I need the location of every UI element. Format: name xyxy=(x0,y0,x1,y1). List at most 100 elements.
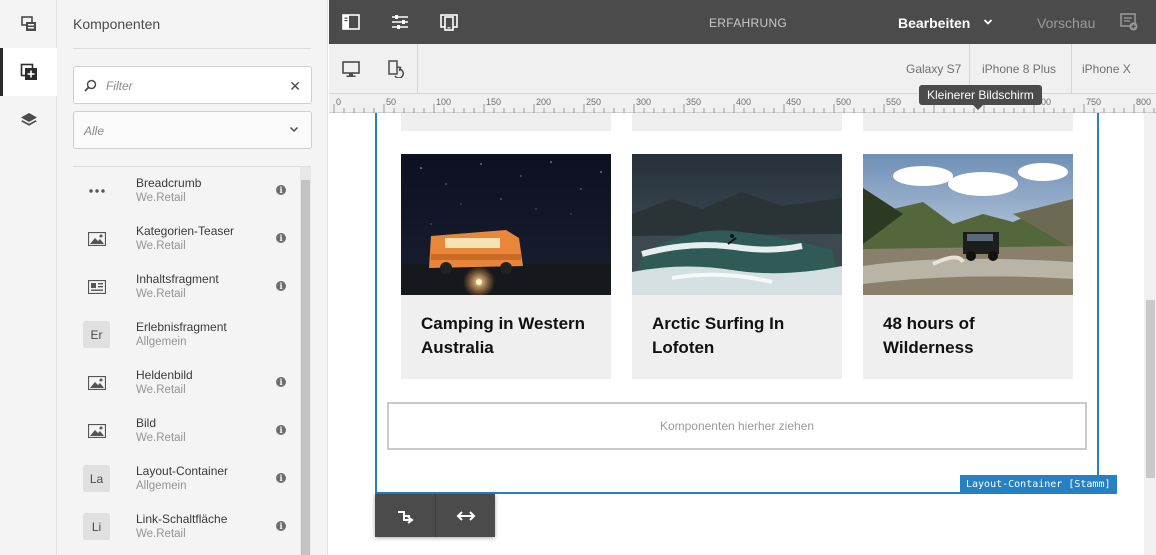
drop-zone[interactable]: Komponenten hierher ziehen xyxy=(387,402,1087,450)
canvas-scroll-thumb[interactable] xyxy=(1146,300,1155,478)
page-tree-button[interactable] xyxy=(0,0,57,48)
component-list: Breadcrumb We.Retail i Kategorien-Teaser… xyxy=(73,167,311,555)
list-item[interactable]: La Layout-Container Allgemein i xyxy=(73,455,299,503)
component-name: Erlebnisfragment xyxy=(136,320,227,334)
info-icon[interactable]: i xyxy=(276,521,286,531)
parent-select-button[interactable] xyxy=(375,494,435,537)
divider xyxy=(417,44,418,94)
component-name: Bild xyxy=(136,416,157,430)
component-name: Breadcrumb xyxy=(136,176,202,190)
article-card[interactable]: Camping in Western Australia xyxy=(401,154,611,379)
side-rail xyxy=(0,0,57,555)
select-parent-icon xyxy=(398,510,414,524)
info-icon[interactable]: i xyxy=(276,377,286,387)
card-title[interactable]: 48 hours of Wilderness xyxy=(883,312,1063,360)
info-icon[interactable]: i xyxy=(276,233,286,243)
offroad-river-photo xyxy=(863,154,1073,295)
info-icon[interactable]: i xyxy=(276,281,286,291)
image-icon xyxy=(83,417,110,444)
group-select-value: Alle xyxy=(84,124,105,138)
ruler-label: 200 xyxy=(536,97,551,107)
ruler-label: 750 xyxy=(1086,97,1101,107)
chevron-down-icon xyxy=(289,126,299,133)
components-panel: Komponenten Filter ✕ Alle Breadcrumb We.… xyxy=(57,0,328,555)
list-item[interactable]: Bild We.Retail i xyxy=(73,407,299,455)
list-item[interactable]: Inhaltsfragment We.Retail i xyxy=(73,263,299,311)
chevron-down-icon[interactable] xyxy=(983,17,993,27)
ruler-label: 450 xyxy=(786,97,801,107)
component-name: Kategorien-Teaser xyxy=(136,224,235,238)
content-fragment-icon xyxy=(83,273,110,300)
component-name: Link-Schaltfläche xyxy=(136,512,228,526)
card-title[interactable]: Arctic Surfing In Lofoten xyxy=(652,312,832,360)
panel-scroll-thumb[interactable] xyxy=(301,180,310,555)
component-abbr: La xyxy=(83,465,110,492)
list-item[interactable]: Li Link-Schaltfläche We.Retail i xyxy=(73,503,299,551)
filter-placeholder: Filter xyxy=(106,79,133,93)
component-toolbar xyxy=(375,494,495,537)
component-group: Allgemein xyxy=(136,336,187,348)
page-tree-icon xyxy=(20,16,36,31)
component-group: We.Retail xyxy=(136,528,186,540)
image-icon xyxy=(83,225,110,252)
info-icon[interactable]: i xyxy=(276,185,286,195)
info-icon[interactable]: i xyxy=(276,473,286,483)
tooltip: Kleinerer Bildschirm xyxy=(919,85,1042,110)
card-stub xyxy=(863,113,1073,131)
page-properties-icon[interactable] xyxy=(391,13,409,31)
ruler-label: 50 xyxy=(386,97,396,107)
ruler-label: 250 xyxy=(586,97,601,107)
more-icon xyxy=(83,177,110,204)
list-item[interactable]: Er Erlebnisfragment Allgemein xyxy=(73,311,299,359)
article-card[interactable]: 48 hours of Wilderness xyxy=(863,154,1073,379)
layout-mode-button[interactable] xyxy=(435,494,495,537)
search-icon xyxy=(84,79,97,92)
component-group: Allgemein xyxy=(136,480,187,492)
page-canvas: Camping in Western Australia Arctic Surf… xyxy=(329,113,1144,555)
clear-filter-icon[interactable]: ✕ xyxy=(289,78,301,95)
annotations-icon[interactable] xyxy=(1120,13,1138,31)
list-item[interactable]: Heldenbild We.Retail i xyxy=(73,359,299,407)
component-name: Heldenbild xyxy=(136,368,193,382)
editor-app: Komponenten Filter ✕ Alle Breadcrumb We.… xyxy=(0,0,1156,555)
layers-button[interactable] xyxy=(0,96,57,144)
rotate-device-button[interactable] xyxy=(384,57,408,81)
desktop-icon xyxy=(342,61,360,77)
component-group: We.Retail xyxy=(136,432,186,444)
top-toolbar: ERFAHRUNG Bearbeiten Vorschau xyxy=(329,0,1156,44)
device-iphone-x[interactable]: iPhone X xyxy=(1082,44,1131,94)
group-select[interactable]: Alle xyxy=(73,111,312,149)
emulator-icon[interactable] xyxy=(440,13,458,31)
mode-selector[interactable]: Bearbeiten xyxy=(898,15,970,31)
image-icon xyxy=(83,369,110,396)
component-group: We.Retail xyxy=(136,240,186,252)
component-abbr: Li xyxy=(83,513,110,540)
ruler-label: 350 xyxy=(686,97,701,107)
ruler-label: 550 xyxy=(886,97,901,107)
ruler-label: 150 xyxy=(486,97,501,107)
list-item[interactable]: Breadcrumb We.Retail i xyxy=(73,167,299,215)
info-icon[interactable]: i xyxy=(276,425,286,435)
preview-button[interactable]: Vorschau xyxy=(1037,15,1095,31)
desktop-button[interactable] xyxy=(339,57,363,81)
toggle-side-panel-icon[interactable] xyxy=(342,13,360,31)
ruler-label: 500 xyxy=(836,97,851,107)
experience-label[interactable]: ERFAHRUNG xyxy=(709,16,787,30)
ruler-label: 0 xyxy=(336,97,341,107)
panel-title: Komponenten xyxy=(73,16,161,32)
component-group: We.Retail xyxy=(136,384,186,396)
container-label[interactable]: Layout-Container [Stamm] xyxy=(960,475,1117,494)
components-button[interactable] xyxy=(0,48,57,96)
card-title[interactable]: Camping in Western Australia xyxy=(421,312,601,360)
divider xyxy=(1071,44,1072,94)
article-card[interactable]: Arctic Surfing In Lofoten xyxy=(632,154,842,379)
list-item[interactable]: Kategorien-Teaser We.Retail i xyxy=(73,215,299,263)
camper-van-night-photo xyxy=(401,154,611,295)
component-group: We.Retail xyxy=(136,288,186,300)
component-name: Inhaltsfragment xyxy=(136,272,219,286)
component-name: Layout-Container xyxy=(136,464,229,478)
filter-input[interactable]: Filter ✕ xyxy=(73,66,312,104)
ruler-label: 400 xyxy=(736,97,751,107)
card-stub xyxy=(401,113,611,131)
component-abbr: Er xyxy=(83,321,110,348)
